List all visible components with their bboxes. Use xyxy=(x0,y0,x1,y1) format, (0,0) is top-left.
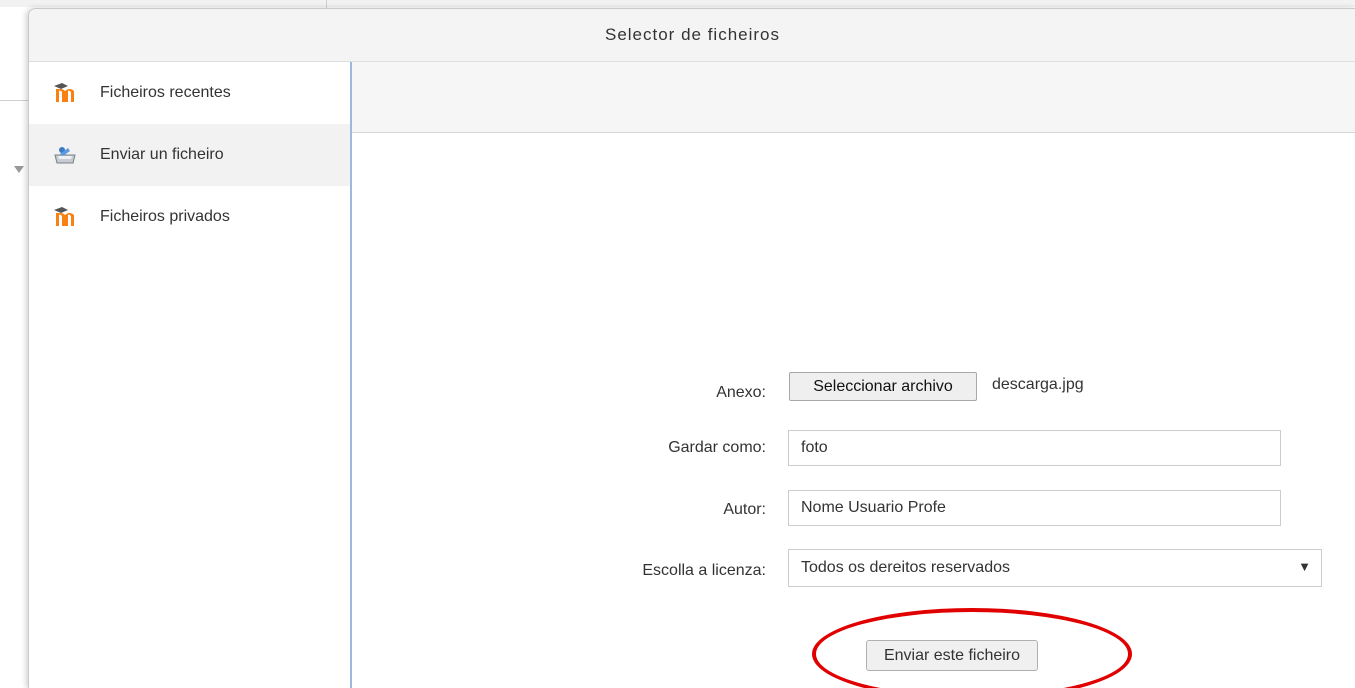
upload-file-button[interactable]: Enviar este ficheiro xyxy=(866,640,1038,671)
dialog-header: Selector de ficheiros xyxy=(29,9,1355,62)
collapse-triangle-icon[interactable] xyxy=(14,166,24,173)
save-as-label: Gardar como: xyxy=(668,439,766,456)
author-field[interactable]: Nome Usuario Profe xyxy=(788,490,1281,526)
upload-pane: Anexo: Seleccionar archivo descarga.jpg … xyxy=(350,62,1355,688)
file-picker-dialog: Selector de ficheiros Ficheiros recentes… xyxy=(28,8,1355,688)
license-selected-value: Todos os dereitos reservados xyxy=(801,559,1010,576)
choose-file-button[interactable]: Seleccionar archivo xyxy=(789,372,977,401)
dialog-title: Selector de ficheiros xyxy=(604,25,781,44)
author-label: Autor: xyxy=(723,501,766,518)
pane-toolbar xyxy=(352,62,1355,133)
selected-file-name: descarga.jpg xyxy=(992,376,1084,393)
license-label: Escolla a licenza: xyxy=(642,562,766,579)
background-top-bar xyxy=(0,0,1355,7)
upload-icon xyxy=(54,147,76,164)
license-select[interactable]: Todos os dereitos reservados ▼ xyxy=(788,549,1322,587)
sidebar-item-private-files[interactable]: Ficheiros privados xyxy=(29,186,350,248)
sidebar-item-upload-file[interactable]: Enviar un ficheiro xyxy=(29,124,350,186)
moodle-icon xyxy=(54,83,74,102)
dropdown-caret-icon: ▼ xyxy=(1298,559,1311,574)
attachment-label: Anexo: xyxy=(716,384,766,401)
sidebar-item-label: Ficheiros recentes xyxy=(100,84,231,101)
sidebar-item-recent-files[interactable]: Ficheiros recentes xyxy=(29,62,350,124)
save-as-field[interactable]: foto xyxy=(788,430,1281,466)
moodle-icon xyxy=(54,207,74,226)
repository-sidebar: Ficheiros recentes Enviar un ficheiro Fi… xyxy=(29,62,350,688)
sidebar-item-label: Ficheiros privados xyxy=(100,208,230,225)
sidebar-item-label: Enviar un ficheiro xyxy=(100,146,224,163)
